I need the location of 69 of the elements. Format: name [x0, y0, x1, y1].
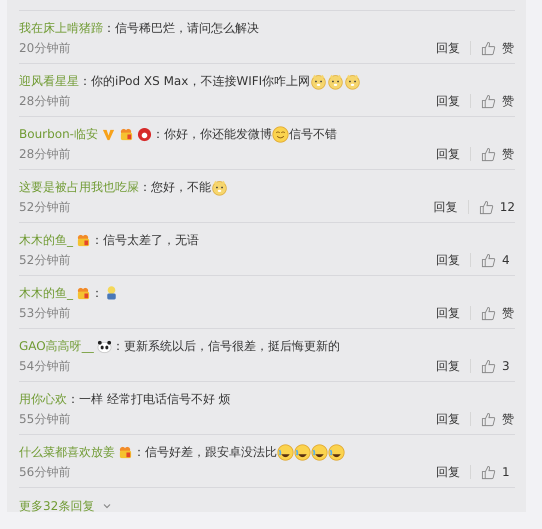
thumbs-up-icon[interactable] — [478, 200, 494, 214]
reply-link[interactable]: 回复 — [434, 198, 458, 216]
laugh-cry-icon — [311, 444, 328, 460]
comment-text: 信号不错 — [289, 126, 338, 142]
comment-text: 信号好差，跟安卓没法比 — [145, 444, 277, 460]
colon: ： — [103, 20, 115, 36]
comment-text: 更新系统以后，信号很差，挺后悔更新的 — [124, 338, 340, 354]
colon: ： — [133, 444, 145, 460]
reply-link[interactable]: 回复 — [436, 410, 460, 428]
like-count[interactable]: 1 — [502, 465, 515, 479]
dog-face-icon — [327, 72, 344, 90]
colon: ： — [91, 232, 103, 248]
colon: ： — [112, 338, 124, 354]
comment-text: 您好，不能 — [151, 178, 211, 196]
dog-face-icon — [211, 178, 228, 196]
timestamp: 20分钟前 — [19, 40, 70, 56]
reply-link[interactable]: 回复 — [436, 40, 460, 56]
colon: ： — [91, 284, 103, 302]
timestamp: 28分钟前 — [19, 92, 70, 110]
dog-face-icon — [344, 72, 362, 90]
timestamp: 52分钟前 — [19, 198, 70, 216]
reply-link[interactable]: 回复 — [436, 464, 460, 480]
dog-face-icon — [310, 72, 328, 90]
thumbs-up-icon[interactable] — [481, 40, 496, 56]
chevron-down-icon[interactable] — [102, 501, 112, 511]
comment-text: 信号稀巴烂，请问怎么解决 — [115, 20, 259, 36]
thumbs-up-icon[interactable] — [481, 146, 496, 162]
smile-icon — [272, 126, 290, 142]
timestamp: 53分钟前 — [19, 304, 70, 322]
comment-text: 一样 经常打电话信号不好 烦 — [79, 390, 231, 408]
heart-badge-icon — [76, 232, 91, 248]
heart-badge-icon — [118, 444, 133, 460]
like-count[interactable]: 赞 — [502, 92, 515, 110]
like-count[interactable]: 赞 — [502, 146, 515, 162]
thumbs-up-icon[interactable] — [481, 464, 496, 480]
reply-link[interactable]: 回复 — [436, 252, 460, 268]
like-count[interactable]: 赞 — [502, 410, 515, 428]
thumbs-up-icon[interactable] — [481, 358, 496, 374]
reply-link[interactable]: 回复 — [436, 146, 460, 162]
laugh-cry-icon — [294, 444, 311, 460]
like-count[interactable]: 3 — [502, 359, 515, 373]
colon: ： — [67, 390, 79, 408]
comment-text: 你好，你还能发微博 — [164, 126, 272, 142]
heart-badge-icon — [76, 286, 91, 300]
thumbs-up-icon[interactable] — [481, 94, 496, 108]
timestamp: 28分钟前 — [19, 146, 70, 162]
timestamp: 55分钟前 — [19, 410, 70, 428]
like-count[interactable]: 赞 — [502, 304, 515, 322]
thumbs-up-icon[interactable] — [481, 306, 496, 320]
reply-link[interactable]: 回复 — [436, 92, 460, 110]
laugh-cry-icon — [277, 444, 294, 460]
colon: ： — [79, 72, 91, 90]
colon: ： — [152, 126, 164, 142]
reply-link[interactable]: 回复 — [436, 358, 460, 374]
timestamp: 56分钟前 — [19, 464, 70, 480]
thumbs-up-icon[interactable] — [481, 252, 496, 268]
timestamp: 54分钟前 — [19, 358, 70, 374]
like-count[interactable]: 赞 — [502, 40, 515, 56]
panda-icon — [96, 338, 112, 354]
heart-badge-icon — [119, 126, 134, 142]
thumbs-up-icon[interactable] — [481, 412, 496, 426]
like-count[interactable]: 12 — [500, 200, 515, 214]
comment-text: 信号太差了，无语 — [103, 232, 199, 248]
comment-text: 你的iPod XS Max，不连接WIFI你咋上网 — [91, 72, 310, 90]
colon: ： — [139, 178, 151, 196]
laugh-cry-icon — [328, 444, 345, 460]
like-count[interactable]: 4 — [502, 253, 515, 267]
reply-link[interactable]: 回复 — [436, 304, 460, 322]
timestamp: 52分钟前 — [19, 252, 70, 268]
